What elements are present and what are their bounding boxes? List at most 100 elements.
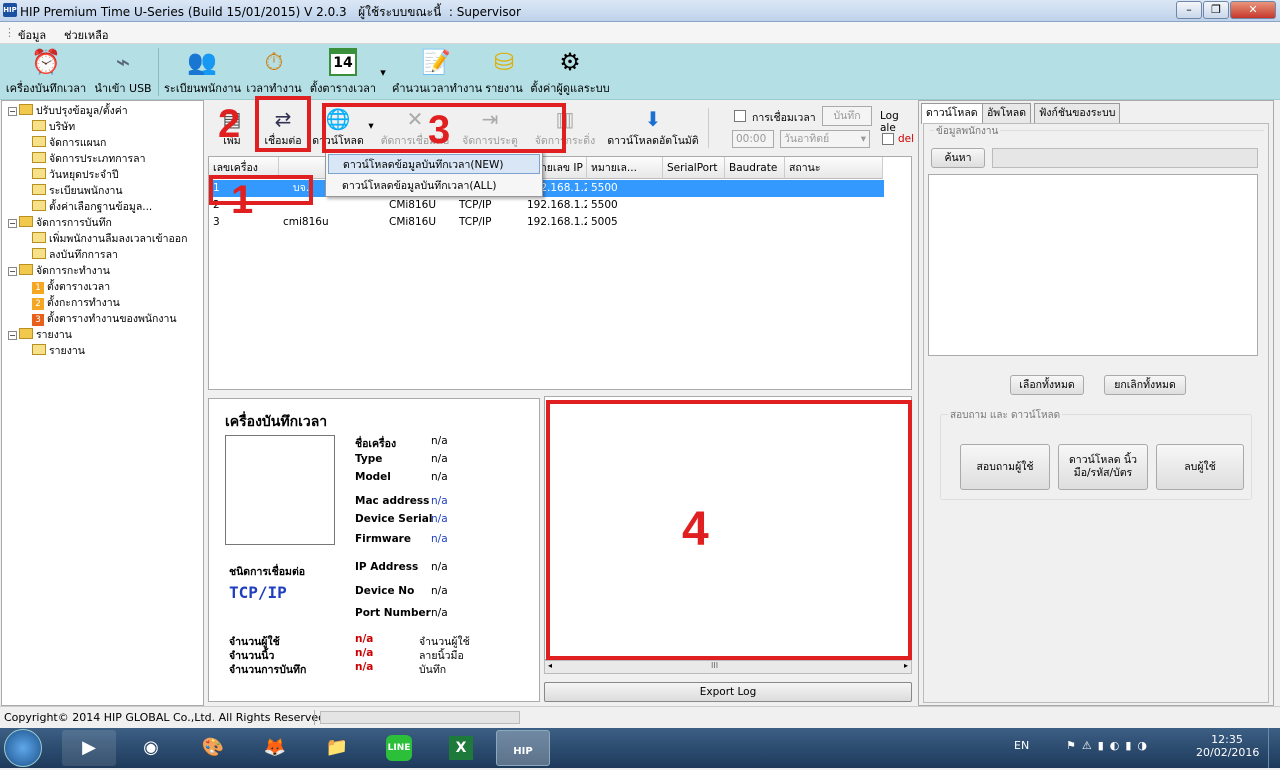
tree-node[interactable]: ตั้งค่าเลือกฐานข้อมูล... xyxy=(32,199,152,215)
grid-header-cell[interactable]: หมายเล... xyxy=(587,157,663,179)
device-image xyxy=(225,435,335,545)
export-log-button[interactable]: Export Log xyxy=(544,682,912,702)
excel-icon[interactable]: X xyxy=(434,730,488,766)
tab-upload[interactable]: อัพโหลด xyxy=(982,103,1032,123)
delete-user-button[interactable]: ลบผู้ใช้ xyxy=(1156,444,1244,490)
paint-icon[interactable]: 🎨 xyxy=(186,730,240,766)
item-icon xyxy=(32,136,46,147)
query-group-label: สอบถาม และ ดาวน์โหลด xyxy=(948,408,1063,423)
table-row[interactable]: 2CMi816UTCP/IP192.168.1.2245500 xyxy=(209,197,909,214)
log-horizontal-scrollbar[interactable]: ◂ III ▸ xyxy=(544,660,912,674)
time-sync-checkbox[interactable] xyxy=(734,110,746,122)
scroll-grip[interactable]: III xyxy=(711,661,718,670)
download-all-menu-item[interactable]: ดาวน์โหลดข้อมูลบันทึกเวลา(ALL) xyxy=(328,176,540,196)
grid-header-cell[interactable]: SerialPort xyxy=(663,157,725,179)
tree-node-label: จัดการประเภทการลา xyxy=(49,153,146,165)
scroll-right-icon[interactable]: ▸ xyxy=(904,661,908,670)
grid-cell: 5500 xyxy=(591,199,618,211)
collapse-icon[interactable]: − xyxy=(8,267,17,276)
day-select[interactable]: วันอาทิตย์ ▾ xyxy=(780,130,870,148)
tree-node[interactable]: บริษัท xyxy=(32,119,75,135)
clock[interactable]: 12:35 20/02/2016 xyxy=(1196,733,1259,759)
tree-node[interactable]: ลงบันทึกการลา xyxy=(32,247,118,263)
toolbar-schedule-button[interactable]: 14 ตั้งตารางเวลา xyxy=(308,46,378,97)
tree-node[interactable]: − จัดการการบันทึก xyxy=(8,215,112,231)
employee-list[interactable] xyxy=(928,174,1258,356)
grid-header-cell[interactable]: สถานะ xyxy=(785,157,883,179)
toolbar-worktime-button[interactable]: ⏱ เวลาทำงาน xyxy=(246,46,302,97)
device-info-title: เครื่องบันทึกเวลา xyxy=(225,414,328,430)
tree-node-label: เพิ่มพนักงานลืมลงเวลาเข้าออก xyxy=(49,233,188,245)
download-fingerprint-button[interactable]: ดาวน์โหลด นิ้ว มือ/รหัส/บัตร xyxy=(1058,444,1148,490)
select-all-button[interactable]: เลือกทั้งหมด xyxy=(1010,375,1084,395)
toolbar-report-button[interactable]: ⛁ รายงาน xyxy=(484,46,524,97)
connection-field-value: n/a xyxy=(431,585,448,597)
toolbar-employees-button[interactable]: 👥 ระเบียนพนักงาน xyxy=(164,46,241,97)
collapse-icon[interactable]: − xyxy=(8,331,17,340)
grid-cell xyxy=(663,214,725,231)
toolbar-usb-button[interactable]: ⌁ นำเข้า USB xyxy=(94,46,152,97)
hip-app-taskbar-icon[interactable]: HIP xyxy=(496,730,550,766)
device-field-value: n/a xyxy=(431,471,448,483)
language-indicator[interactable]: EN xyxy=(1014,739,1029,752)
chrome-icon[interactable]: ◉ xyxy=(124,730,178,766)
auto-download-button[interactable]: ⬇ ดาวน์โหลดอัตโนมัติ xyxy=(604,106,702,149)
tree-node-label: จัดการแผนก xyxy=(49,137,107,149)
folder-icon[interactable]: 📁 xyxy=(310,730,364,766)
tree-node[interactable]: วันหยุดประจำปี xyxy=(32,167,119,183)
minimize-button[interactable]: – xyxy=(1176,1,1202,19)
taskbar: ▶ ◉ 🎨 🦊 📁 LINE X HIP EN ⚑⚠▮◐▮◑ 12:35 20/0… xyxy=(0,728,1280,768)
grid-cell: CMi816U xyxy=(389,199,437,211)
tree-node[interactable]: − จัดการกะทำงาน xyxy=(8,263,110,279)
tab-system-functions[interactable]: ฟังก์ชันของระบบ xyxy=(1034,103,1121,123)
table-row[interactable]: 3cmi816uCMi816UTCP/IP192.168.1.2245005 xyxy=(209,214,909,231)
line-icon[interactable]: LINE xyxy=(372,730,426,766)
step-number-icon: 1 xyxy=(32,282,44,294)
deselect-all-button[interactable]: ยกเลิกทั้งหมด xyxy=(1104,375,1186,395)
tray-icons[interactable]: ⚑⚠▮◐▮◑ xyxy=(1066,739,1153,752)
tree-node[interactable]: รายงาน xyxy=(32,343,85,359)
tree-node[interactable]: เพิ่มพนักงานลืมลงเวลาเข้าออก xyxy=(32,231,187,247)
close-button[interactable]: ✕ xyxy=(1230,1,1276,19)
media-player-icon[interactable]: ▶ xyxy=(62,730,116,766)
delete-checkbox[interactable] xyxy=(882,133,894,145)
toolbar-calculate-button[interactable]: 📝 คำนวนเวลาทำงาน xyxy=(392,46,482,97)
menu-grip: ⋮ xyxy=(4,26,15,39)
menu-data[interactable]: ข้อมูล xyxy=(18,26,46,44)
device-field-label: Model xyxy=(355,471,391,483)
search-button[interactable]: ค้นหา xyxy=(931,148,985,168)
collapse-icon[interactable]: − xyxy=(8,219,17,228)
tree-node-label: รายงาน xyxy=(49,345,85,357)
toolbar-admin-button[interactable]: ⚙ ตั้งค่าผู้ดูแลระบบ xyxy=(528,46,612,97)
time-input[interactable]: 00:00 xyxy=(732,130,774,148)
download-new-menu-item[interactable]: ดาวน์โหลดข้อมูลบันทึกเวลา(NEW) xyxy=(328,154,540,174)
query-user-button[interactable]: สอบถามผู้ใช้ xyxy=(960,444,1050,490)
download-menu: ดาวน์โหลดข้อมูลบันทึกเวลา(NEW) ดาวน์โหลด… xyxy=(325,151,543,197)
maximize-button[interactable]: ❐ xyxy=(1203,1,1229,19)
start-button[interactable] xyxy=(4,729,42,767)
tree-node[interactable]: จัดการแผนก xyxy=(32,135,106,151)
tree-node[interactable]: ระเบียนพนักงาน xyxy=(32,183,123,199)
toolbar-clock-button[interactable]: ⏰ เครื่องบันทึกเวลา xyxy=(4,46,88,97)
search-input[interactable] xyxy=(992,148,1258,168)
tab-download[interactable]: ดาวน์โหลด xyxy=(921,103,983,124)
tree-node[interactable]: − รายงาน xyxy=(8,327,72,343)
save-sync-button[interactable]: บันทึก xyxy=(822,106,872,126)
schedule-dropdown-arrow[interactable]: ▾ xyxy=(378,66,388,79)
menu-help[interactable]: ช่วยเหลือ xyxy=(64,26,108,44)
tree-node[interactable]: 3 ตั้งตารางทำงานของพนักงาน xyxy=(32,311,177,327)
count-unit: บันทึก xyxy=(419,664,447,676)
grid-header-cell[interactable]: Baudrate xyxy=(725,157,785,179)
usb-icon: ⌁ xyxy=(115,48,131,76)
download-tab-content: ข้อมูลพนักงาน ค้นหา เลือกทั้งหมด ยกเลิกท… xyxy=(923,123,1269,703)
tree-node[interactable]: 2 ตั้งกะการทำงาน xyxy=(32,295,120,311)
tree-node[interactable]: จัดการประเภทการลา xyxy=(32,151,145,167)
firefox-icon[interactable]: 🦊 xyxy=(248,730,302,766)
table-row[interactable]: 1บจ.192.168.1.2255500 xyxy=(209,180,909,197)
tree-node[interactable]: 1 ตั้งตารางเวลา xyxy=(32,279,110,295)
collapse-icon[interactable]: − xyxy=(8,107,17,116)
chevron-down-icon: ▾ xyxy=(860,133,866,145)
scroll-left-icon[interactable]: ◂ xyxy=(548,661,552,670)
tree-node[interactable]: − ปรับปรุงข้อมูล/ตั้งค่า xyxy=(8,103,128,119)
show-desktop-button[interactable] xyxy=(1268,728,1280,768)
